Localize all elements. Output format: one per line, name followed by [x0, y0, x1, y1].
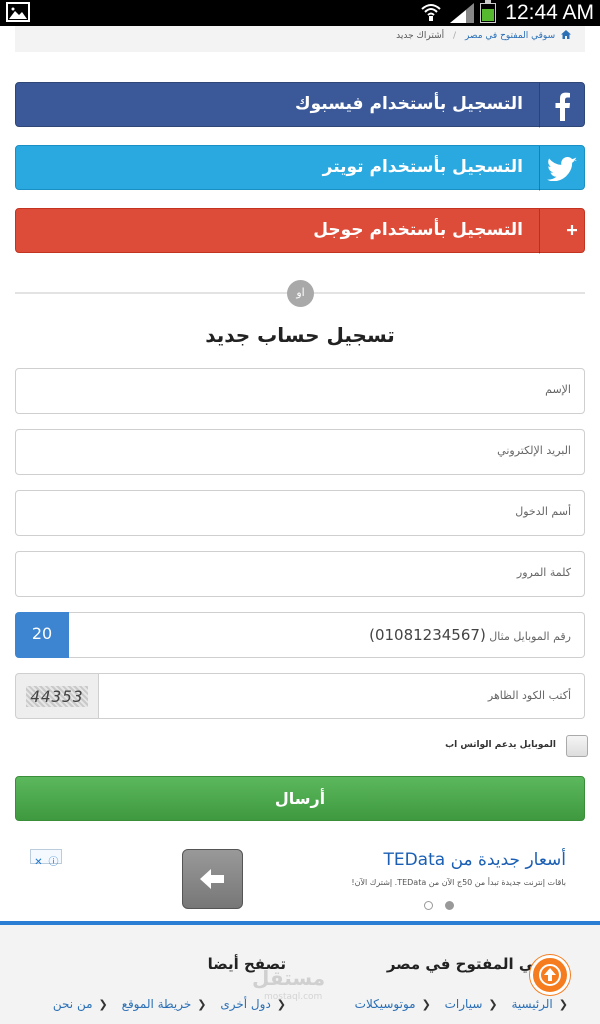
facebook-signup-button[interactable]: التسجيل بأستخدام فيسبوك [15, 82, 585, 128]
footer-link[interactable]: الرئيسية [511, 997, 552, 1011]
arrow-left-icon [199, 869, 224, 889]
ad-subtitle: باقات إنترنت جديدة تبدأ من 50ج الآن من T… [351, 878, 566, 887]
close-icon[interactable]: ✕ [31, 856, 46, 869]
footer-link[interactable]: من نحن [53, 997, 93, 1011]
breadcrumb-separator: / [453, 31, 457, 41]
captcha-image: 44353 [15, 673, 99, 719]
captcha-code: 44353 [26, 685, 88, 707]
name-placeholder: الإسم [545, 383, 571, 396]
pagination-dot[interactable] [424, 901, 433, 910]
or-badge: او [287, 280, 314, 307]
google-signup-label: التسجيل بأستخدام جوجل [313, 220, 523, 240]
page-title: تسجيل حساب جديد [205, 323, 395, 347]
footer-browse-links: ❮دول أخرى ❮خريطة الموقع ❮من نحن [43, 997, 286, 1011]
whatsapp-checkbox[interactable] [566, 735, 588, 757]
arrow-up-icon [539, 964, 561, 986]
breadcrumb-home-link[interactable]: سوقي المفتوح في مصر [465, 31, 555, 41]
scroll-to-top-button[interactable] [530, 955, 570, 995]
footer-link[interactable]: سيارات [445, 997, 483, 1011]
battery-icon [480, 0, 496, 23]
ad-pagination [424, 895, 466, 914]
pagination-dot-active[interactable] [445, 901, 454, 910]
footer-link[interactable]: خريطة الموقع [122, 997, 192, 1011]
status-bar: 12:44 AM [0, 0, 600, 26]
watermark: مستقل [252, 966, 326, 990]
country-code-prefix: 20 [15, 612, 69, 658]
chevron-left-icon: ❮ [197, 998, 207, 1011]
gallery-icon [6, 2, 30, 22]
username-field[interactable]: أسم الدخول [15, 490, 585, 536]
status-time: 12:44 AM [505, 1, 594, 24]
facebook-signup-label: التسجيل بأستخدام فيسبوك [295, 94, 523, 114]
footer-link[interactable]: موتوسيكلات [355, 997, 416, 1011]
twitter-icon [539, 146, 584, 191]
home-icon [561, 30, 571, 39]
twitter-signup-button[interactable]: التسجيل بأستخدام تويتر [15, 145, 585, 191]
chevron-left-icon: ❮ [98, 998, 108, 1011]
signal-icon [450, 3, 474, 27]
password-placeholder: كلمة المرور [516, 566, 571, 579]
password-field[interactable]: كلمة المرور [15, 551, 585, 597]
facebook-icon [539, 83, 584, 128]
mobile-example: (01081234567) [369, 626, 486, 644]
twitter-signup-label: التسجيل بأستخدام تويتر [322, 157, 523, 177]
wifi-icon [420, 2, 442, 26]
captcha-field[interactable]: أكتب الكود الظاهر [99, 673, 585, 719]
google-plus-icon: g [539, 209, 584, 254]
ad-arrow-button[interactable] [182, 849, 243, 909]
username-placeholder: أسم الدخول [515, 505, 571, 518]
ad-controls: ✕ ⓘ [30, 849, 62, 868]
mobile-label: رقم الموبايل مثال [489, 630, 571, 643]
email-placeholder: البريد الإلكتروني [497, 444, 571, 457]
google-signup-button[interactable]: g التسجيل بأستخدام جوجل [15, 208, 585, 254]
mobile-placeholder: رقم الموبايل مثال (01081234567) [369, 626, 571, 644]
whatsapp-label: الموبايل يدعم الواتس اب [445, 740, 556, 750]
info-icon[interactable]: ⓘ [46, 856, 61, 869]
breadcrumb: سوقي المفتوح في مصر / أشتراك جديد [15, 26, 585, 52]
whatsapp-option: الموبايل يدعم الواتس اب [428, 735, 588, 757]
mobile-row: 20 رقم الموبايل مثال (01081234567) [15, 612, 585, 658]
mobile-field[interactable]: رقم الموبايل مثال (01081234567) [69, 612, 585, 658]
watermark-sub: mostaql.com [264, 992, 323, 1002]
captcha-placeholder: أكتب الكود الظاهر [487, 689, 571, 702]
submit-button[interactable]: أرسال [15, 776, 585, 821]
breadcrumb-current: أشتراك جديد [396, 31, 445, 41]
footer-site-links: ❮ الرئيسية ❮ سيارات ❮ موتوسيكلات [345, 997, 568, 1011]
captcha-row: 44353 أكتب الكود الظاهر [15, 673, 585, 719]
chevron-left-icon: ❮ [488, 998, 498, 1011]
ad-title[interactable]: أسعار جديدة من TEData [383, 850, 566, 870]
chevron-left-icon: ❮ [421, 998, 431, 1011]
chevron-left-icon: ❮ [558, 998, 568, 1011]
email-field[interactable]: البريد الإلكتروني [15, 429, 585, 475]
name-field[interactable]: الإسم [15, 368, 585, 414]
